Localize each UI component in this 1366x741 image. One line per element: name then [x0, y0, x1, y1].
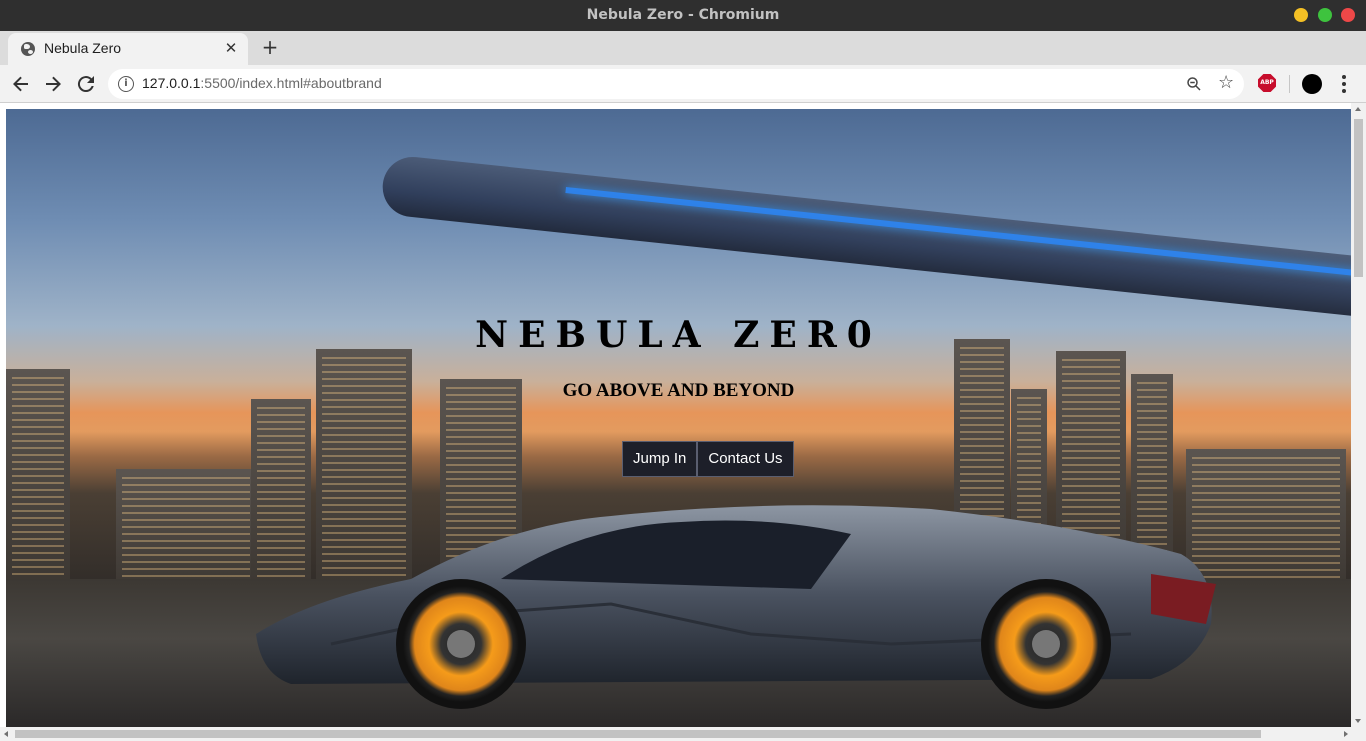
reload-icon — [77, 76, 94, 93]
arrow-right-icon — [46, 76, 61, 92]
close-window-button[interactable] — [1341, 8, 1355, 22]
hero-title: NEBULA ZER0 — [475, 314, 882, 356]
address-bar[interactable]: i 127.0.0.1:5500/index.html#aboutbrand ☆ — [108, 69, 1244, 99]
page-viewport: NEBULA ZER0 GO ABOVE AND BEYOND Jump In … — [0, 103, 1366, 741]
contact-us-button[interactable]: Contact Us — [697, 441, 794, 477]
maximize-button[interactable] — [1318, 8, 1332, 22]
reload-button[interactable] — [74, 72, 98, 96]
new-tab-button[interactable]: + — [259, 36, 281, 58]
back-button[interactable] — [9, 72, 33, 96]
tab-nebula-zero[interactable]: Nebula Zero ✕ — [8, 33, 248, 65]
browser-toolbar: i 127.0.0.1:5500/index.html#aboutbrand ☆… — [0, 65, 1366, 103]
menu-dot — [1342, 89, 1346, 93]
hero-content: NEBULA ZER0 GO ABOVE AND BEYOND Jump In … — [6, 109, 1351, 729]
info-icon[interactable]: i — [118, 76, 134, 92]
scroll-left-arrow-icon[interactable] — [4, 731, 8, 737]
tab-title: Nebula Zero — [44, 40, 122, 56]
url-text[interactable]: 127.0.0.1:5500/index.html#aboutbrand — [142, 75, 382, 91]
vertical-scrollbar[interactable] — [1351, 103, 1366, 727]
profile-avatar[interactable] — [1302, 74, 1322, 94]
scroll-right-arrow-icon[interactable] — [1344, 731, 1348, 737]
hero-button-group: Jump In Contact Us — [622, 441, 794, 477]
hero-subtitle: GO ABOVE AND BEYOND — [562, 380, 795, 401]
adblock-plus-icon[interactable]: ABP — [1258, 74, 1276, 92]
url-host: 127.0.0.1 — [142, 75, 201, 91]
zoom-icon[interactable] — [1185, 75, 1203, 93]
vertical-scroll-thumb[interactable] — [1354, 119, 1363, 277]
horizontal-scroll-thumb[interactable] — [15, 730, 1261, 738]
horizontal-scrollbar[interactable] — [0, 727, 1366, 741]
jump-in-button[interactable]: Jump In — [622, 441, 698, 477]
scroll-down-arrow-icon[interactable] — [1355, 719, 1361, 723]
globe-icon — [21, 42, 35, 56]
menu-dot — [1342, 82, 1346, 86]
forward-button[interactable] — [41, 72, 65, 96]
minimize-button[interactable] — [1294, 8, 1308, 22]
scroll-up-arrow-icon[interactable] — [1355, 107, 1361, 111]
bookmark-star-icon[interactable]: ☆ — [1218, 74, 1236, 92]
browser-menu-button[interactable] — [1336, 73, 1352, 95]
toolbar-divider — [1289, 75, 1290, 93]
hero-section: NEBULA ZER0 GO ABOVE AND BEYOND Jump In … — [6, 109, 1351, 729]
tab-strip: Nebula Zero ✕ + — [0, 31, 1366, 65]
menu-dot — [1342, 75, 1346, 79]
tab-close-icon[interactable]: ✕ — [222, 39, 240, 57]
window-titlebar: Nebula Zero - Chromium — [0, 0, 1366, 31]
url-path: :5500/index.html#aboutbrand — [200, 75, 382, 91]
window-title: Nebula Zero - Chromium — [586, 7, 780, 23]
arrow-left-icon — [13, 76, 28, 92]
